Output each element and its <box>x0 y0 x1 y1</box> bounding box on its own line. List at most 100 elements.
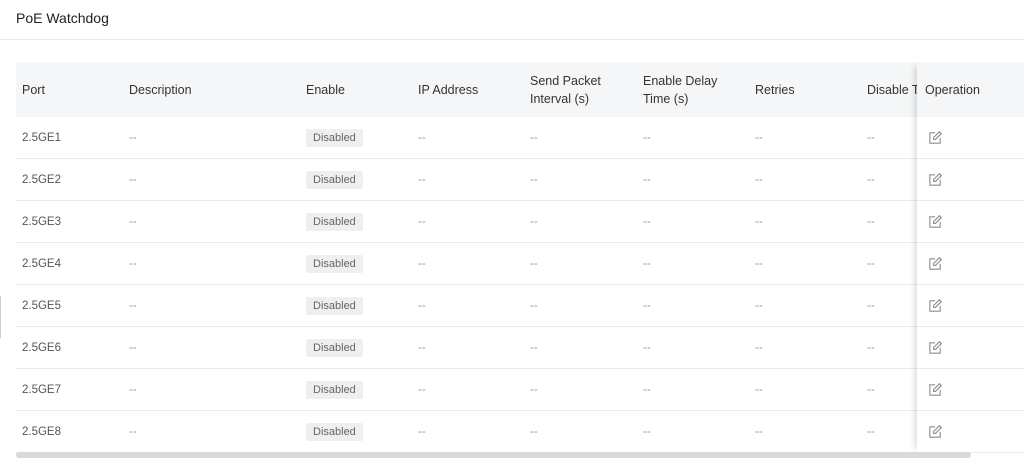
cell-port: 2.5GE6 <box>22 341 61 354</box>
edit-icon[interactable] <box>928 130 943 145</box>
cell-disable-time: -- <box>867 257 875 270</box>
cell-disable-time: -- <box>867 131 875 144</box>
cell-enable-delay-time: -- <box>643 173 651 186</box>
edit-icon[interactable] <box>928 424 943 439</box>
cell-enable: Disabled <box>306 117 363 158</box>
cell-operation <box>928 327 943 368</box>
cell-description: -- <box>129 299 137 312</box>
header-retries[interactable]: Retries <box>755 62 855 117</box>
cell-port: 2.5GE5 <box>22 299 61 312</box>
page-title: PoE Watchdog <box>16 10 109 26</box>
cell-operation <box>928 159 943 200</box>
cell-enable-delay-time: -- <box>643 257 651 270</box>
cell-retries: -- <box>755 425 763 438</box>
header-enable[interactable]: Enable <box>306 62 406 117</box>
cell-send-packet-interval: -- <box>530 425 538 438</box>
cell-enable: Disabled <box>306 369 363 410</box>
cell-retries: -- <box>755 215 763 228</box>
cell-operation <box>928 201 943 242</box>
horizontal-scrollbar[interactable] <box>16 452 971 458</box>
cell-disable-time: -- <box>867 425 875 438</box>
cell-enable-delay-time: -- <box>643 299 651 312</box>
cell-ip-address: -- <box>418 383 426 396</box>
cell-send-packet-interval: -- <box>530 215 538 228</box>
header-port[interactable]: Port <box>22 62 122 117</box>
cell-port: 2.5GE3 <box>22 215 61 228</box>
edit-icon[interactable] <box>928 256 943 271</box>
cell-enable: Disabled <box>306 411 363 452</box>
header-operation: Operation <box>925 82 980 97</box>
table-row: 2.5GE5 -- Disabled -- -- -- -- -- <box>16 285 1024 327</box>
cell-ip-address: -- <box>418 173 426 186</box>
edit-icon[interactable] <box>928 382 943 397</box>
table-row: 2.5GE2 -- Disabled -- -- -- -- -- <box>16 159 1024 201</box>
cell-description: -- <box>129 173 137 186</box>
table-row: 2.5GE1 -- Disabled -- -- -- -- -- <box>16 117 1024 159</box>
cell-ip-address: -- <box>418 131 426 144</box>
cell-ip-address: -- <box>418 341 426 354</box>
status-badge: Disabled <box>306 254 363 273</box>
cell-enable: Disabled <box>306 201 363 242</box>
header-description[interactable]: Description <box>129 62 299 117</box>
cell-send-packet-interval: -- <box>530 341 538 354</box>
cell-ip-address: -- <box>418 299 426 312</box>
cell-ip-address: -- <box>418 215 426 228</box>
header-disable-time[interactable]: Disable T <box>867 62 917 117</box>
cell-enable: Disabled <box>306 159 363 200</box>
cell-port: 2.5GE2 <box>22 173 61 186</box>
table-header: Port Description Enable IP Address Send … <box>16 62 1024 117</box>
status-badge: Disabled <box>306 170 363 189</box>
cell-ip-address: -- <box>418 425 426 438</box>
left-edge-marker <box>0 296 1 338</box>
edit-icon[interactable] <box>928 340 943 355</box>
status-badge: Disabled <box>306 422 363 441</box>
cell-operation <box>928 243 943 284</box>
header-ip-address[interactable]: IP Address <box>418 62 518 117</box>
cell-send-packet-interval: -- <box>530 173 538 186</box>
cell-send-packet-interval: -- <box>530 131 538 144</box>
cell-enable: Disabled <box>306 327 363 368</box>
cell-ip-address: -- <box>418 257 426 270</box>
status-badge: Disabled <box>306 296 363 315</box>
cell-retries: -- <box>755 341 763 354</box>
cell-enable-delay-time: -- <box>643 425 651 438</box>
edit-icon[interactable] <box>928 214 943 229</box>
header-enable-delay-time[interactable]: Enable Delay Time (s) <box>643 62 748 117</box>
cell-operation <box>928 411 943 452</box>
cell-description: -- <box>129 131 137 144</box>
edit-icon[interactable] <box>928 172 943 187</box>
cell-enable: Disabled <box>306 285 363 326</box>
cell-description: -- <box>129 383 137 396</box>
cell-retries: -- <box>755 257 763 270</box>
cell-port: 2.5GE1 <box>22 131 61 144</box>
watchdog-table: Port Description Enable IP Address Send … <box>16 62 1024 453</box>
cell-description: -- <box>129 257 137 270</box>
header-send-packet-interval[interactable]: Send Packet Interval (s) <box>530 62 635 117</box>
cell-retries: -- <box>755 383 763 396</box>
operation-header-bg: Operation <box>917 62 1024 117</box>
cell-port: 2.5GE7 <box>22 383 61 396</box>
cell-operation <box>928 369 943 410</box>
status-badge: Disabled <box>306 380 363 399</box>
page-header: PoE Watchdog <box>0 0 1024 40</box>
cell-enable-delay-time: -- <box>643 383 651 396</box>
cell-send-packet-interval: -- <box>530 299 538 312</box>
table-row: 2.5GE4 -- Disabled -- -- -- -- -- <box>16 243 1024 285</box>
cell-description: -- <box>129 341 137 354</box>
status-badge: Disabled <box>306 338 363 357</box>
cell-description: -- <box>129 425 137 438</box>
cell-retries: -- <box>755 173 763 186</box>
table-row: 2.5GE3 -- Disabled -- -- -- -- -- <box>16 201 1024 243</box>
poe-watchdog-page: PoE Watchdog Port Description Enable IP … <box>0 0 1024 475</box>
cell-disable-time: -- <box>867 341 875 354</box>
cell-disable-time: -- <box>867 383 875 396</box>
cell-operation <box>928 117 943 158</box>
cell-port: 2.5GE4 <box>22 257 61 270</box>
cell-enable: Disabled <box>306 243 363 284</box>
edit-icon[interactable] <box>928 298 943 313</box>
status-badge: Disabled <box>306 128 363 147</box>
cell-retries: -- <box>755 131 763 144</box>
cell-port: 2.5GE8 <box>22 425 61 438</box>
cell-enable-delay-time: -- <box>643 215 651 228</box>
status-badge: Disabled <box>306 212 363 231</box>
